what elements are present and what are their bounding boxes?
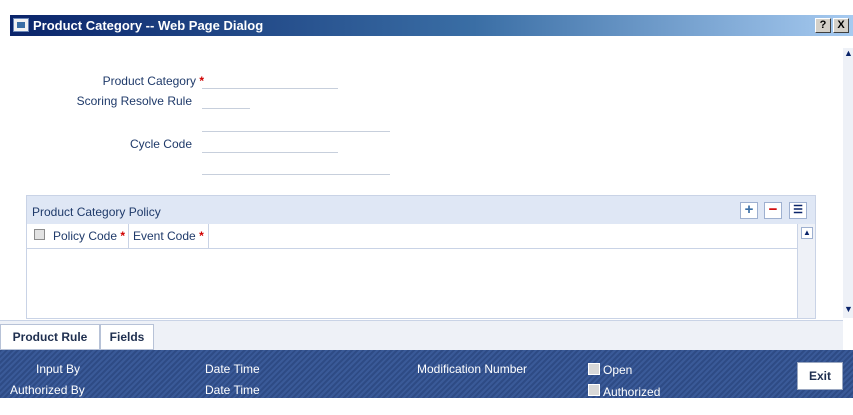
event-code-header: Event Code * [129, 224, 209, 248]
product-category-label: Product Category * [102, 74, 204, 88]
scroll-down-icon[interactable]: ▼ [844, 304, 853, 314]
cycle-code-field-1[interactable] [202, 131, 390, 132]
single-view-icon[interactable]: ☰ [789, 202, 807, 219]
required-mark: * [199, 74, 204, 88]
date-time-label-1: Date Time [205, 362, 260, 376]
remove-row-icon[interactable]: − [764, 202, 782, 219]
product-category-policy-grid: Product Category Policy + − ☰ Policy Cod… [26, 195, 816, 319]
tab-product-rule[interactable]: Product Rule [0, 324, 100, 350]
cycle-code-field-2[interactable] [202, 174, 390, 175]
open-label: Open [603, 363, 633, 377]
window-title: Product Category -- Web Page Dialog [33, 18, 264, 33]
grid-column-headers: Policy Code * Event Code * [27, 224, 815, 249]
date-time-label-2: Date Time [205, 383, 260, 397]
modification-number-label: Modification Number [417, 362, 528, 376]
close-icon[interactable]: X [833, 18, 849, 33]
exit-button[interactable]: Exit [797, 362, 843, 390]
grid-scrollbar[interactable]: ▲ [797, 224, 815, 318]
help-icon[interactable]: ? [815, 18, 831, 33]
scoring-resolve-rule-input[interactable] [202, 108, 250, 109]
authorized-checkbox[interactable] [588, 384, 600, 396]
input-by-label: Input By [36, 362, 81, 376]
tab-fields[interactable]: Fields [100, 324, 154, 350]
dialog-scrollbar[interactable]: ▲ ▼ [843, 48, 853, 318]
grid-scroll-up-icon[interactable]: ▲ [801, 227, 813, 239]
scroll-up-icon[interactable]: ▲ [844, 48, 853, 58]
cycle-code-input[interactable] [202, 152, 338, 153]
select-all-checkbox[interactable] [34, 229, 45, 240]
authorized-by-label: Authorized By [10, 383, 85, 397]
tab-bar: Product Rule Fields [0, 320, 843, 351]
open-checkbox[interactable] [588, 363, 600, 375]
product-category-input[interactable] [202, 88, 338, 89]
audit-footer: Input By Authorized By Date Time Date Ti… [0, 350, 853, 399]
dialog-icon [13, 18, 29, 32]
grid-header: Product Category Policy + − ☰ [27, 196, 815, 224]
grid-title: Product Category Policy [32, 205, 161, 219]
window-titlebar: Product Category -- Web Page Dialog ? X [0, 0, 853, 38]
scoring-resolve-rule-label: Scoring Resolve Rule [76, 94, 192, 108]
authorized-label: Authorized [603, 385, 661, 399]
policy-code-header: Policy Code * [27, 224, 129, 248]
add-row-icon[interactable]: + [740, 202, 758, 219]
cycle-code-label: Cycle Code [129, 137, 192, 151]
